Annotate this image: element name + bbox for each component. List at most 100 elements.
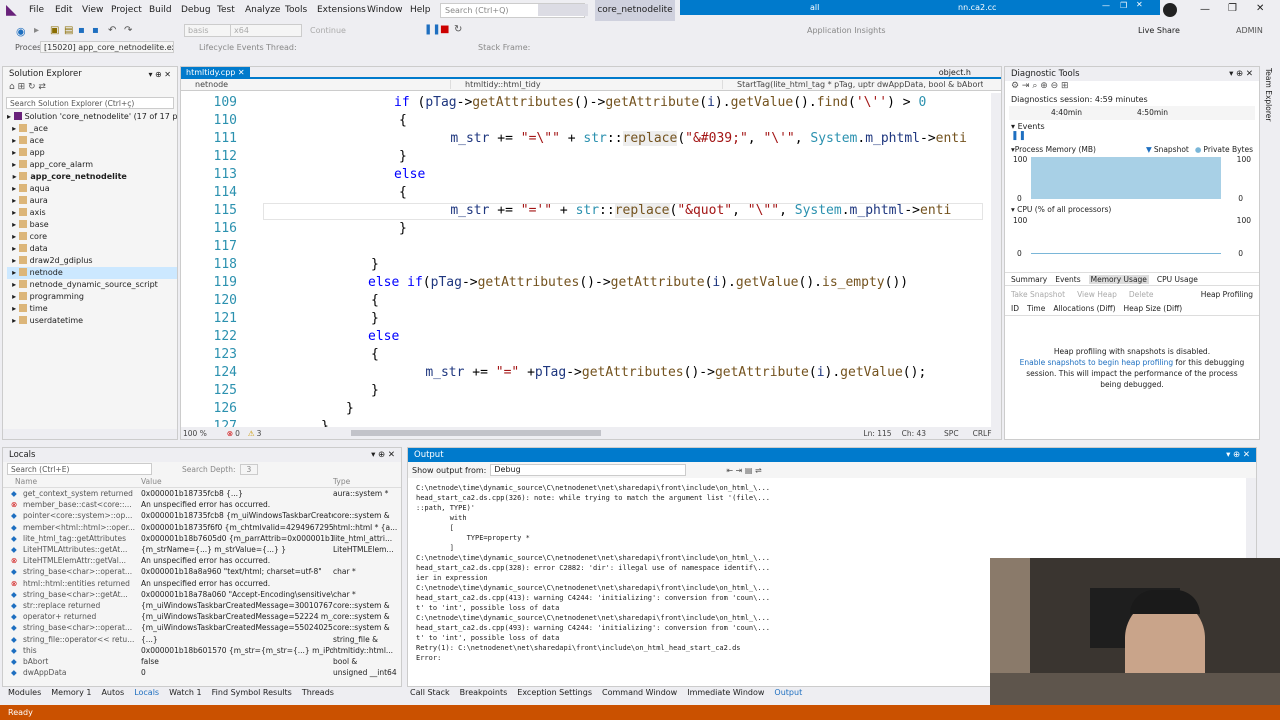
menu-view[interactable]: View [82, 5, 103, 15]
platform-select[interactable]: x64 [230, 24, 302, 37]
code-line[interactable]: } [371, 383, 379, 398]
solution-tree-item[interactable]: ▸ ace [7, 135, 177, 147]
solution-tree-item[interactable]: ▸ app_core_netnodelite [7, 171, 177, 183]
code-line[interactable]: } [371, 257, 379, 272]
locals-close-icon[interactable]: ▾ ⊕ ✕ [371, 450, 395, 460]
tab-command-window[interactable]: Command Window [602, 688, 677, 697]
tab-modules[interactable]: Modules [8, 688, 41, 697]
lifecycle-events-button[interactable]: Lifecycle Events [199, 43, 264, 52]
locals-row[interactable]: ◆ bAbort false bool & [3, 656, 401, 667]
menu-edit[interactable]: Edit [55, 5, 72, 15]
process-select[interactable]: [15020] app_core_netnodelite.exe [40, 41, 174, 53]
new-project-icon[interactable]: ▣ [50, 25, 59, 36]
close-icon[interactable]: ✕ [1256, 3, 1264, 14]
solution-root[interactable]: ▸ Solution 'core_netnodelite' (17 of 17 … [7, 111, 177, 123]
live-share-button[interactable]: Live Share [1138, 26, 1180, 35]
output-text[interactable]: C:\netnode\time\dynamic_source\C\netnode… [416, 483, 770, 663]
editor-hscroll-thumb[interactable] [351, 430, 602, 436]
col-allocations[interactable]: Allocations (Diff) [1053, 304, 1115, 313]
solution-tree-item[interactable]: ▸ draw2d_gdiplus [7, 255, 177, 267]
tab-memory-usage[interactable]: Memory Usage [1088, 274, 1149, 284]
output-source-select[interactable]: Debug [490, 464, 687, 476]
tab-threads[interactable]: Threads [302, 688, 334, 697]
scope-nav-select[interactable]: htmltidy::html_tidy [451, 80, 723, 89]
tab-watch-1[interactable]: Watch 1 [169, 688, 202, 697]
solution-tree-item[interactable]: ▸ data [7, 243, 177, 255]
col-id[interactable]: ID [1011, 304, 1019, 313]
take-snapshot-button[interactable]: Take Snapshot [1011, 290, 1065, 299]
solution-tree-item[interactable]: ▸ netnode_dynamic_source_script [7, 279, 177, 291]
solution-tree-item[interactable]: ▸ aura [7, 195, 177, 207]
tab-breakpoints[interactable]: Breakpoints [460, 688, 508, 697]
editor-vscroll[interactable] [991, 93, 1001, 427]
menu-build[interactable]: Build [149, 5, 172, 15]
solution-explorer-search[interactable]: Search Solution Explorer (Ctrl+ç) [6, 97, 174, 109]
locals-row[interactable]: ◆ LiteHTMLAttributes::getAt... {m_strName=… [3, 544, 401, 555]
locals-row[interactable]: ◆ operator+ returned {m_uiWindowsTaskbarCr… [3, 611, 401, 622]
solution-explorer-hscroll[interactable] [3, 429, 177, 439]
project-nav-select[interactable]: netnode [181, 80, 451, 89]
locals-row[interactable]: ◆ member<html::html>::oper... 0x000001b187… [3, 522, 401, 533]
locals-row[interactable]: ◆ string_base<char>::operat... {m_uiWindow… [3, 622, 401, 633]
code-line[interactable]: } [371, 311, 379, 326]
redo-icon[interactable]: ↷ [124, 25, 132, 36]
back-icon[interactable]: ◉ [16, 25, 26, 38]
locals-row[interactable]: ◆ string_base<char>::operat... 0x000001b18… [3, 566, 401, 577]
open-icon[interactable]: ▤ [64, 25, 73, 36]
continue-button[interactable]: Continue [310, 26, 346, 35]
code-line[interactable]: if (pTag->getAttributes()->getAttribute(… [394, 95, 926, 110]
menu-window[interactable]: Window [367, 5, 403, 15]
warning-icon[interactable]: ⚠ [248, 429, 255, 438]
tab-events[interactable]: Events [1055, 275, 1080, 284]
maximize-icon[interactable]: ❐ [1228, 3, 1237, 14]
menu-project[interactable]: Project [111, 5, 142, 15]
locals-row[interactable]: ◆ string_base<char>::getAt... 0x000001b18a… [3, 589, 401, 600]
heap-profiling-checkbox[interactable]: Heap Profiling [1201, 290, 1253, 299]
solution-tree-item[interactable]: ▸ programming [7, 291, 177, 303]
locals-search-input[interactable]: Search (Ctrl+E) [7, 463, 152, 475]
solution-tree-item[interactable]: ▸ aqua [7, 183, 177, 195]
admin-label[interactable]: ADMIN [1236, 26, 1263, 35]
member-nav-select[interactable]: StartTag(lite_html_tag * pTag, uptr dwAp… [723, 80, 983, 89]
team-explorer-tab[interactable]: Team Explorer [1262, 66, 1275, 123]
undo-icon[interactable]: ↶ [108, 25, 116, 36]
col-value[interactable]: Value [141, 476, 333, 487]
solution-tree-item[interactable]: ▸ time [7, 303, 177, 315]
col-type[interactable]: Type [333, 476, 350, 487]
stop-icon[interactable]: ■ [440, 24, 449, 35]
delete-button[interactable]: Delete [1129, 290, 1154, 299]
diagnostic-close-icon[interactable]: ▾ ⊕ ✕ [1229, 69, 1253, 79]
error-icon[interactable]: ⊗ [227, 429, 233, 438]
tab-htmltidy-cpp[interactable]: htmltidy.cpp ✕ [181, 67, 250, 79]
tab-memory-1[interactable]: Memory 1 [51, 688, 91, 697]
timeline-ruler[interactable]: 4:40min 4:50min [1009, 106, 1255, 120]
code-line[interactable]: } [346, 401, 354, 416]
menu-file[interactable]: File [29, 5, 44, 15]
solution-tree-item[interactable]: ▸ userdatetime [7, 315, 177, 327]
save-icon[interactable]: ▪ [78, 25, 85, 36]
solution-tree-item[interactable]: ▸ app [7, 147, 177, 159]
code-line[interactable]: } [399, 221, 407, 236]
code-line[interactable]: } [399, 149, 407, 164]
code-line[interactable]: else [394, 167, 425, 182]
locals-row[interactable]: ◆ str::replace returned {m_uiWindowsTaskba… [3, 600, 401, 611]
output-close-icon[interactable]: ▾ ⊕ ✕ [1226, 450, 1250, 460]
zoom-level[interactable]: 100 % [183, 429, 207, 438]
close-tab-icon[interactable]: ✕ [238, 68, 245, 77]
forward-icon[interactable]: ▸ [34, 25, 39, 36]
locals-row[interactable]: ◆ get_context_system returned 0x000001b187… [3, 488, 401, 499]
locals-row[interactable]: ◆ dwAppData 0 unsigned __int64 [3, 667, 401, 678]
tab-immediate-window[interactable]: Immediate Window [687, 688, 764, 697]
view-heap-button[interactable]: View Heap [1077, 290, 1117, 299]
menu-extensions[interactable]: Extensions [317, 5, 366, 15]
code-line[interactable]: { [371, 293, 379, 308]
col-name[interactable]: Name [3, 476, 141, 487]
col-heap-size[interactable]: Heap Size (Diff) [1124, 304, 1183, 313]
tab-locals[interactable]: Locals [134, 688, 159, 697]
tab-autos[interactable]: Autos [101, 688, 124, 697]
solution-tree-item[interactable]: ▸ core [7, 231, 177, 243]
enable-snapshots-link[interactable]: Enable snapshots to begin heap profiling [1020, 358, 1173, 367]
save-all-icon[interactable]: ▪ [92, 25, 99, 36]
code-line[interactable]: { [399, 113, 407, 128]
menu-help[interactable]: Help [410, 5, 431, 15]
